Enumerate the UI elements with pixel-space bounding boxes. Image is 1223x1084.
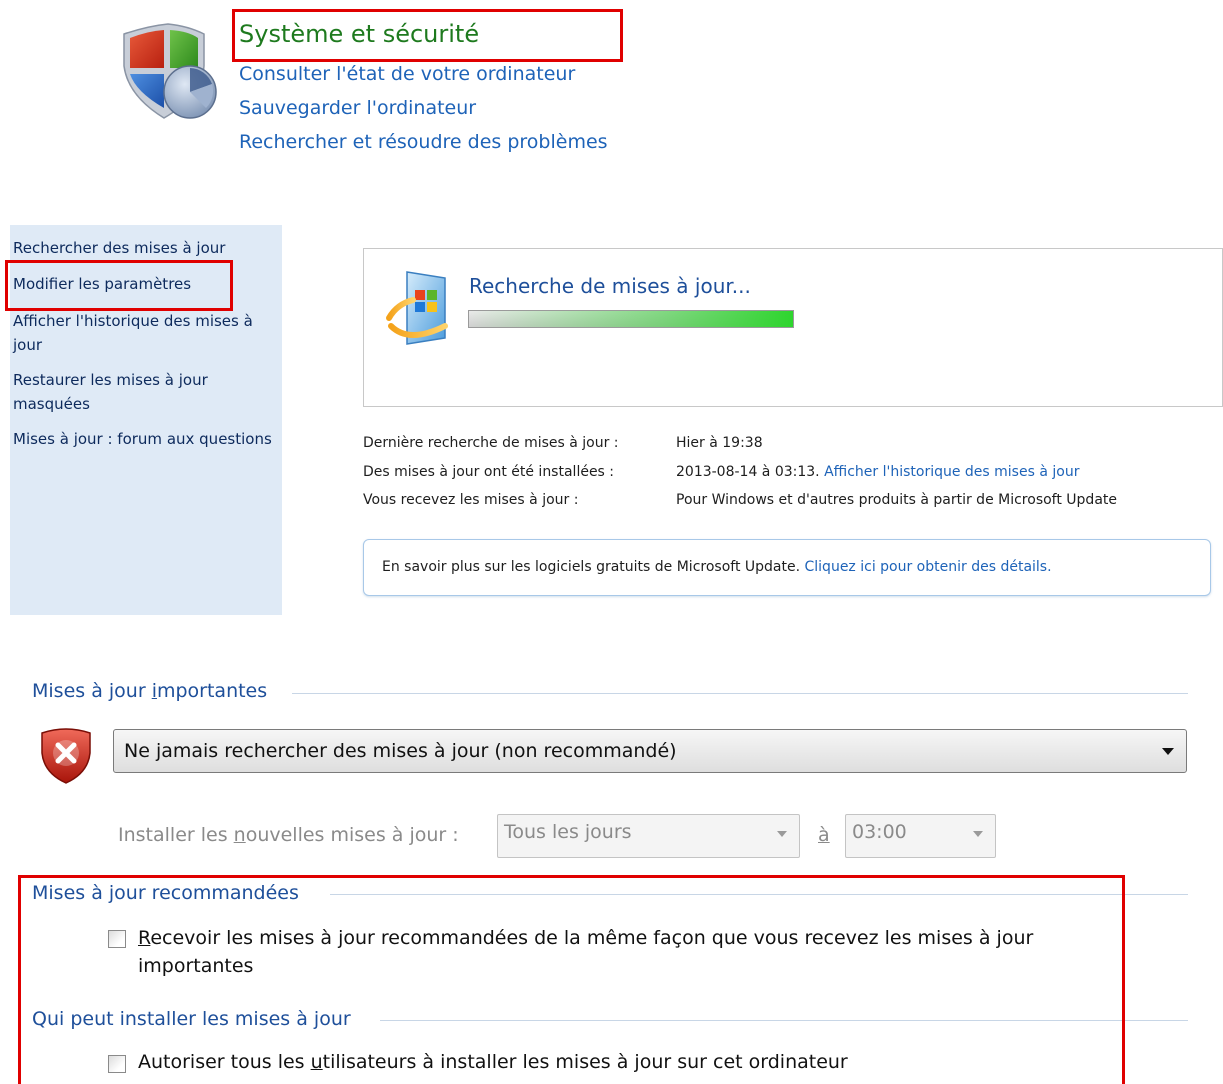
security-shield-icon (123, 23, 217, 119)
settings-link-highlight-box (5, 260, 233, 311)
link-backup[interactable]: Sauvegarder l'ordinateur (239, 97, 476, 119)
windows-update-icon (386, 271, 448, 345)
status-message: Recherche de mises à jour... (469, 274, 751, 298)
info-notice: En savoir plus sur les logiciels gratuit… (363, 539, 1211, 596)
settings-highlight-box (18, 875, 1125, 1084)
progress-bar-fill (469, 311, 793, 327)
nav-check-updates[interactable]: Rechercher des mises à jour (13, 236, 275, 260)
progress-bar (468, 310, 794, 328)
frequency-selected: Tous les jours (504, 821, 632, 843)
time-selected: 03:00 (852, 821, 907, 843)
notice-details-link[interactable]: Cliquez ici pour obtenir des détails. (805, 559, 1052, 575)
frequency-dropdown[interactable]: Tous les jours (497, 814, 800, 858)
nav-restore-hidden[interactable]: Restaurer les mises à jour masquées (13, 368, 275, 416)
important-updates-title: Mises à jour importantes (32, 680, 272, 702)
nav-view-history[interactable]: Afficher l'historique des mises à jour (13, 309, 275, 357)
receive-label: Vous recevez les mises à jour : (363, 492, 579, 508)
at-label: à (818, 824, 830, 846)
error-shield-icon (41, 728, 91, 784)
time-dropdown[interactable]: 03:00 (845, 814, 996, 858)
time-arrow-icon (973, 831, 983, 837)
installed-label: Des mises à jour ont été installées : (363, 464, 615, 480)
nav-faq[interactable]: Mises à jour : forum aux questions (13, 427, 275, 451)
title-highlight-box (232, 9, 623, 62)
installed-row: 2013-08-14 à 03:13. Afficher l'historiqu… (676, 464, 1079, 480)
important-updates-selected: Ne jamais rechercher des mises à jour (n… (124, 740, 677, 762)
history-link[interactable]: Afficher l'historique des mises à jour (824, 464, 1079, 480)
notice-text: En savoir plus sur les logiciels gratuit… (382, 559, 1052, 575)
link-view-status[interactable]: Consulter l'état de votre ordinateur (239, 63, 575, 85)
last-check-value: Hier à 19:38 (676, 435, 763, 451)
install-new-updates-label: Installer les nouvelles mises à jour : (118, 824, 459, 846)
frequency-arrow-icon (777, 831, 787, 837)
notice-message: En savoir plus sur les logiciels gratuit… (382, 559, 801, 575)
important-section-divider (292, 693, 1188, 694)
link-troubleshoot[interactable]: Rechercher et résoudre des problèmes (239, 131, 608, 153)
installed-value: 2013-08-14 à 03:13. (676, 464, 820, 480)
important-updates-dropdown[interactable]: Ne jamais rechercher des mises à jour (n… (113, 729, 1187, 773)
receive-value: Pour Windows et d'autres produits à part… (676, 492, 1117, 508)
last-check-label: Dernière recherche de mises à jour : (363, 435, 619, 451)
dropdown-arrow-icon (1162, 748, 1174, 755)
